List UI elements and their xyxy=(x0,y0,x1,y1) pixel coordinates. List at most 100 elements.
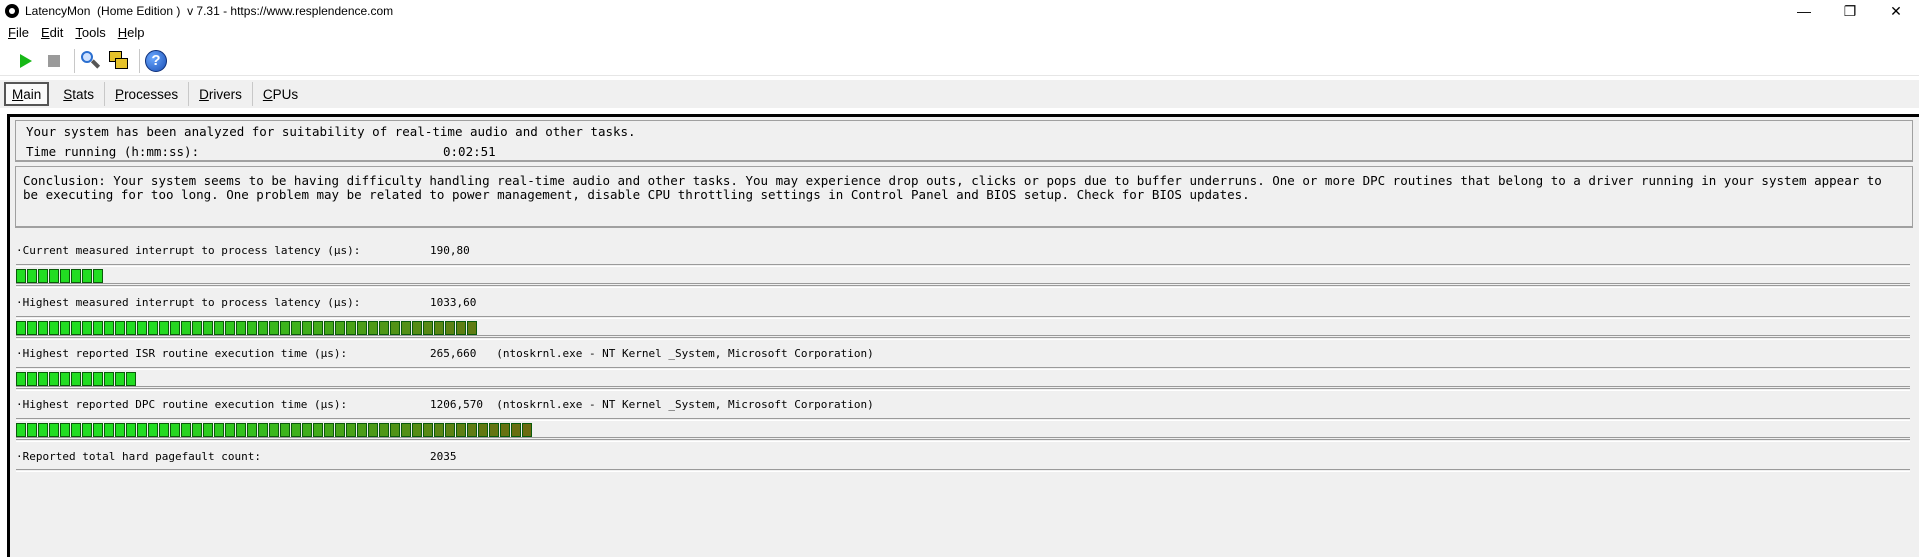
meter-segment xyxy=(379,423,389,437)
maximize-icon[interactable]: ❐ xyxy=(1827,0,1873,22)
meter-segment xyxy=(467,423,477,437)
meter-segment xyxy=(49,269,59,283)
meter-segment xyxy=(71,372,81,386)
metric-value-dpc-time: 1206,570 (ntoskrnl.exe - NT Kernel _Syst… xyxy=(430,398,874,411)
meter-segment xyxy=(49,321,59,335)
meter-segment xyxy=(82,321,92,335)
metric-divider xyxy=(16,337,1910,340)
help-button[interactable]: ? xyxy=(144,49,168,73)
meter-segment xyxy=(445,321,455,335)
metric-divider xyxy=(16,316,1910,319)
tab-cpus[interactable]: C PUs xyxy=(253,82,308,106)
meter-segment xyxy=(104,372,114,386)
meter-segment xyxy=(159,321,169,335)
meter-segment xyxy=(368,423,378,437)
summary-box: Your system has been analyzed for suitab… xyxy=(15,120,1913,162)
meter-segment xyxy=(445,423,455,437)
meter-segment xyxy=(357,321,367,335)
tab-stats[interactable]: Stats xyxy=(53,82,106,106)
meter-segment xyxy=(192,423,202,437)
meter-current-latency xyxy=(16,268,1910,284)
metric-divider xyxy=(16,264,1910,267)
metric-value-pagefault-count: 2035 xyxy=(430,450,457,463)
metric-value-highest-latency: 1033,60 xyxy=(430,296,477,309)
play-icon xyxy=(20,53,32,68)
windows-button[interactable] xyxy=(107,49,131,73)
meter-segment xyxy=(60,321,70,335)
menu-help[interactable]: Help xyxy=(118,25,145,40)
meter-segment xyxy=(71,321,81,335)
meter-segment xyxy=(225,321,235,335)
minimize-icon[interactable]: — xyxy=(1781,0,1827,22)
meter-segment xyxy=(137,423,147,437)
meter-segment xyxy=(82,423,92,437)
meter-segment xyxy=(236,423,246,437)
menu-tools[interactable]: Tools xyxy=(75,25,105,40)
metric-label-pagefault-count: ·Reported total hard pagefault count: xyxy=(16,450,262,463)
meter-segment xyxy=(247,321,257,335)
time-running-value: 0:02:51 xyxy=(443,144,496,159)
meter-segment xyxy=(38,321,48,335)
meter-fill xyxy=(16,321,478,335)
metric-label-current-latency: ·Current measured interrupt to process l… xyxy=(16,244,361,257)
meter-segment xyxy=(313,423,323,437)
meter-segment xyxy=(104,423,114,437)
windows-icon xyxy=(108,50,130,72)
meter-segment xyxy=(38,372,48,386)
meter-segment xyxy=(467,321,477,335)
meter-segment xyxy=(60,423,70,437)
meter-segment xyxy=(60,372,70,386)
meter-segment xyxy=(324,423,334,437)
meter-segment xyxy=(368,321,378,335)
meter-segment xyxy=(71,269,81,283)
meter-segment xyxy=(170,423,180,437)
meter-segment xyxy=(203,321,213,335)
meter-segment xyxy=(181,321,191,335)
menu-file[interactable]: File xyxy=(8,25,29,40)
meter-segment xyxy=(247,423,257,437)
meter-segment xyxy=(115,321,125,335)
meter-segment xyxy=(60,269,70,283)
meter-segment xyxy=(456,423,466,437)
meter-highest-latency xyxy=(16,320,1910,336)
meter-segment xyxy=(280,423,290,437)
metric-divider xyxy=(16,439,1910,442)
menu-edit[interactable]: Edit xyxy=(41,25,63,40)
meter-segment xyxy=(401,321,411,335)
toolbar-separator xyxy=(74,48,75,73)
meter-segment xyxy=(203,423,213,437)
meter-segment xyxy=(302,321,312,335)
meter-segment xyxy=(225,423,235,437)
meter-segment xyxy=(104,321,114,335)
meter-segment xyxy=(115,423,125,437)
toolbar-separator xyxy=(139,48,140,73)
tab-processes[interactable]: Processes xyxy=(105,82,190,106)
meter-segment xyxy=(38,269,48,283)
meter-segment xyxy=(423,423,433,437)
close-icon[interactable]: ✕ xyxy=(1873,0,1919,22)
meter-segment xyxy=(456,321,466,335)
meter-segment xyxy=(16,321,26,335)
meter-segment xyxy=(16,372,26,386)
meter-segment xyxy=(434,321,444,335)
analyze-button[interactable] xyxy=(79,49,103,73)
metric-label-isr-time: ·Highest reported ISR routine execution … xyxy=(16,347,348,360)
conclusion-text: Conclusion: Your system seems to be havi… xyxy=(23,173,1882,202)
meter-segment xyxy=(357,423,367,437)
meter-segment xyxy=(335,321,345,335)
meter-segment xyxy=(500,423,510,437)
tab-drivers[interactable]: Drivers xyxy=(189,82,253,106)
tab-bar: Main Stats Processes Drivers C PUs xyxy=(0,80,1919,108)
meter-segment xyxy=(214,423,224,437)
meter-segment xyxy=(313,321,323,335)
meter-segment xyxy=(346,423,356,437)
meter-segment xyxy=(434,423,444,437)
tab-main[interactable]: Main xyxy=(4,82,50,106)
meter-segment xyxy=(170,321,180,335)
start-button[interactable] xyxy=(14,49,38,73)
meter-segment xyxy=(93,269,103,283)
stop-icon xyxy=(48,54,60,67)
meter-segment xyxy=(27,269,37,283)
meter-segment xyxy=(115,372,125,386)
stop-button[interactable] xyxy=(42,49,66,73)
